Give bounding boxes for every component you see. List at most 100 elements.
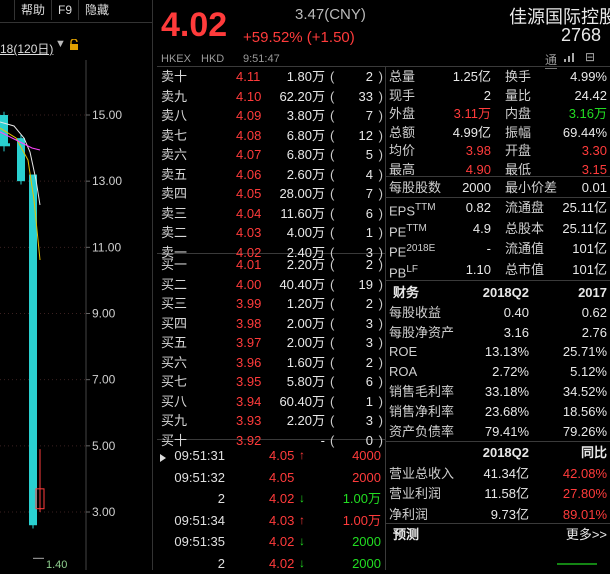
bid-volume: 2.20万 bbox=[287, 411, 325, 431]
stat-value: 2 bbox=[484, 86, 491, 106]
finance-row-previous: 2.76 bbox=[582, 323, 607, 343]
bid-price: 3.95 bbox=[236, 372, 261, 392]
bid-open-paren: ( bbox=[330, 411, 334, 431]
ask-row[interactable]: 卖七4.086.80万(12) bbox=[160, 126, 385, 146]
bid-price: 4.01 bbox=[236, 255, 261, 275]
forecast-more-link[interactable]: 更多>> bbox=[566, 525, 607, 545]
bid-row[interactable]: 买六3.961.60万(2) bbox=[160, 353, 385, 373]
ask-level-label: 卖九 bbox=[161, 87, 187, 107]
growth-row-current: 41.34亿 bbox=[483, 464, 529, 484]
finance-row-label: ROA bbox=[389, 362, 417, 382]
ask-price: 4.05 bbox=[236, 184, 261, 204]
trade-row: 24.02↓2000 bbox=[157, 553, 385, 574]
ask-price: 4.09 bbox=[236, 106, 261, 126]
ratio-label: 总股本 bbox=[505, 219, 544, 239]
ratio-value: - bbox=[487, 239, 491, 259]
ask-close-paren: ) bbox=[379, 67, 383, 87]
bid-row[interactable]: 买八3.9460.40万(1) bbox=[160, 392, 385, 412]
stat-value: 1.25亿 bbox=[453, 67, 491, 87]
stat-label: 均价 bbox=[389, 141, 415, 161]
currency-label: HKD bbox=[201, 53, 224, 65]
ask-volume: 4.00万 bbox=[287, 223, 325, 243]
bid-close-paren: ) bbox=[379, 353, 383, 373]
bid-order-count: 3 bbox=[366, 411, 373, 431]
stat-value: 3.16万 bbox=[569, 104, 607, 124]
stock-code: 2768 bbox=[561, 25, 601, 46]
trade-price: 4.02 bbox=[269, 553, 294, 574]
bid-row[interactable]: 买七3.955.80万(6) bbox=[160, 372, 385, 392]
ask-row[interactable]: 卖十4.111.80万(2) bbox=[160, 67, 385, 87]
finance-row-previous: 79.26% bbox=[563, 422, 607, 442]
stat-value: 3.15 bbox=[582, 160, 607, 180]
ask-open-paren: ( bbox=[330, 184, 334, 204]
finance-row-previous: 0.62 bbox=[582, 303, 607, 323]
ref-price: 3.47(CNY) bbox=[295, 6, 366, 23]
ask-order-count: 7 bbox=[366, 184, 373, 204]
ask-volume: 28.00万 bbox=[279, 184, 325, 204]
ask-row[interactable]: 卖八4.093.80万(7) bbox=[160, 106, 385, 126]
ratio-label: 流通盘 bbox=[505, 198, 544, 218]
bid-level-label: 买九 bbox=[161, 411, 187, 431]
ask-level-label: 卖十 bbox=[161, 67, 187, 87]
trade-row: 24.02↓1.00万 bbox=[157, 488, 385, 510]
finance-row-current: 13.13% bbox=[485, 342, 529, 362]
bid-row[interactable]: 买九3.932.20万(3) bbox=[160, 411, 385, 431]
finance-row-previous: 25.71% bbox=[563, 342, 607, 362]
bid-level-label: 买一 bbox=[161, 255, 187, 275]
bid-row[interactable]: 买三3.991.20万(2) bbox=[160, 294, 385, 314]
growth-row-current: 11.58亿 bbox=[484, 484, 529, 504]
ratio-value: 101亿 bbox=[572, 239, 607, 259]
trade-ticks: 09:51:314.05↑400009:51:324.05200024.02↓1… bbox=[157, 445, 385, 574]
price-change: +59.52% (+1.50) bbox=[243, 29, 355, 46]
settings-icon[interactable]: ⊟ bbox=[585, 50, 595, 64]
bid-volume: 5.80万 bbox=[287, 372, 325, 392]
trade-row: 09:51:324.052000 bbox=[157, 467, 385, 489]
trade-scroll-marker[interactable] bbox=[160, 454, 166, 462]
bid-row[interactable]: 买二4.0040.40万(19) bbox=[160, 275, 385, 295]
candle-body bbox=[29, 175, 37, 526]
ask-row[interactable]: 卖六4.076.80万(5) bbox=[160, 145, 385, 165]
ask-order-count: 12 bbox=[359, 126, 373, 146]
candle-body bbox=[17, 138, 25, 181]
ask-open-paren: ( bbox=[330, 126, 334, 146]
ask-row[interactable]: 卖五4.062.60万(4) bbox=[160, 165, 385, 185]
bid-order-count: 2 bbox=[366, 294, 373, 314]
trade-time: 09:51:35 bbox=[174, 531, 225, 553]
trade-volume: 2000 bbox=[352, 531, 381, 553]
bid-close-paren: ) bbox=[379, 255, 383, 275]
trade-price: 4.03 bbox=[269, 510, 294, 532]
bid-level-label: 买四 bbox=[161, 314, 187, 334]
ask-level-label: 卖三 bbox=[161, 204, 187, 224]
exchange-label: HKEX bbox=[161, 53, 191, 65]
stat-value: 69.44% bbox=[563, 123, 607, 143]
ask-volume: 1.80万 bbox=[287, 67, 325, 87]
kline-chart[interactable]: 15.0013.0011.009.007.005.003.001.40 bbox=[0, 0, 153, 570]
ask-row[interactable]: 卖九4.1062.20万(33) bbox=[160, 87, 385, 107]
bid-open-paren: ( bbox=[330, 294, 334, 314]
finance-row-previous: 5.12% bbox=[570, 362, 607, 382]
ask-row[interactable]: 卖四4.0528.00万(7) bbox=[160, 184, 385, 204]
ask-open-paren: ( bbox=[330, 165, 334, 185]
ask-close-paren: ) bbox=[379, 87, 383, 107]
kline-chart-panel[interactable]: 帮助 F9 隐藏 18(120日) ▼ 15.0013.0011.009.007… bbox=[0, 0, 153, 570]
bid-price: 3.98 bbox=[236, 314, 261, 334]
finance-col-previous: 2017 bbox=[578, 283, 607, 303]
bid-level-label: 买七 bbox=[161, 372, 187, 392]
stat-label: 量比 bbox=[505, 86, 531, 106]
growth-row-yoy: 89.01% bbox=[563, 505, 607, 525]
bid-price: 3.96 bbox=[236, 353, 261, 373]
ask-row[interactable]: 卖二4.034.00万(1) bbox=[160, 223, 385, 243]
ratio-value: 101亿 bbox=[572, 260, 607, 280]
y-tick-label: 9.00 bbox=[92, 307, 116, 321]
ask-open-paren: ( bbox=[330, 67, 334, 87]
trade-time: 2 bbox=[218, 488, 225, 510]
bid-row[interactable]: 买四3.982.00万(3) bbox=[160, 314, 385, 334]
bid-row[interactable]: 买一4.012.20万(2) bbox=[160, 255, 385, 275]
y-tick-label: 11.00 bbox=[92, 240, 121, 254]
growth-col-yoy: 同比 bbox=[581, 443, 607, 463]
bid-row[interactable]: 买五3.972.00万(3) bbox=[160, 333, 385, 353]
bid-volume: 60.40万 bbox=[279, 392, 325, 412]
bid-level-label: 买五 bbox=[161, 333, 187, 353]
ask-row[interactable]: 卖三4.0411.60万(6) bbox=[160, 204, 385, 224]
stat-value: 4.90 bbox=[466, 160, 491, 180]
